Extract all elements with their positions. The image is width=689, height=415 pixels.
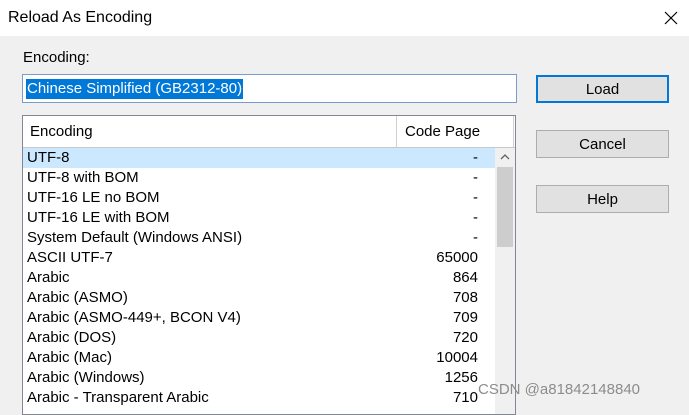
load-button[interactable]: Load: [536, 75, 669, 103]
list-item-encoding: System Default (Windows ANSI): [27, 229, 243, 246]
scroll-thumb[interactable]: [497, 167, 513, 247]
list-item[interactable]: UTF-8 -: [23, 148, 495, 168]
list-item[interactable]: Arabic 864: [23, 268, 495, 288]
list-item-encoding: UTF-16 LE no BOM: [27, 189, 160, 206]
list-item-encoding: UTF-8: [27, 149, 70, 166]
list-item-code-page: 710: [452, 389, 478, 406]
column-divider[interactable]: [513, 116, 514, 147]
list-item-code-page: 65000: [436, 249, 478, 266]
encoding-list[interactable]: Encoding Code Page UTF-8 - UTF-8 with BOM -…: [22, 115, 516, 415]
list-item-code-page: -: [473, 209, 478, 226]
list-item-encoding: UTF-8 with BOM: [27, 169, 139, 186]
close-icon: [664, 11, 678, 25]
list-item-code-page: -: [473, 149, 478, 166]
column-header-code-page[interactable]: Code Page: [405, 123, 480, 140]
list-item-encoding: Arabic (Windows): [27, 369, 145, 386]
list-item[interactable]: UTF-8 with BOM -: [23, 168, 495, 188]
cancel-button-label: Cancel: [579, 135, 626, 153]
encoding-input[interactable]: Chinese Simplified (GB2312-80): [22, 74, 517, 103]
column-divider[interactable]: [396, 116, 397, 147]
list-item-code-page: -: [473, 169, 478, 186]
list-item[interactable]: UTF-16 LE with BOM -: [23, 208, 495, 228]
list-item-encoding: Arabic (ASMO-449+, BCON V4): [27, 309, 241, 326]
list-item-encoding: Arabic: [27, 269, 70, 286]
list-item-code-page: 10004: [436, 349, 478, 366]
list-item-encoding: ASCII UTF-7: [27, 249, 113, 266]
list-item[interactable]: Arabic (ASMO) 708: [23, 288, 495, 308]
scroll-up-button[interactable]: [495, 148, 515, 165]
list-rows: UTF-8- UTF-8 with BOM - UTF-16 LE no BOM - UT…: [23, 148, 495, 408]
list-item-code-page: -: [473, 229, 478, 246]
list-header: Encoding Code Page: [23, 116, 515, 148]
list-item-encoding: Arabic (ASMO): [27, 289, 128, 306]
watermark: CSDN @a81842148840: [478, 381, 641, 398]
title-bar: Reload As Encoding: [0, 0, 689, 36]
cancel-button[interactable]: Cancel: [536, 130, 669, 158]
list-item-encoding: Arabic (DOS): [27, 329, 117, 346]
window-title: Reload As Encoding: [8, 9, 153, 26]
list-item-encoding: Arabic - Transparent Arabic: [27, 389, 209, 406]
list-item-code-page: 1256: [444, 369, 478, 386]
encoding-label: Encoding:: [23, 49, 90, 66]
list-item[interactable]: UTF-16 LE no BOM -: [23, 188, 495, 208]
list-item[interactable]: Arabic (DOS) 720: [23, 328, 495, 348]
list-item-code-page: 709: [452, 309, 478, 326]
list-item-encoding: UTF-16 LE with BOM: [27, 209, 170, 226]
vertical-scrollbar[interactable]: [495, 148, 515, 414]
chevron-up-icon: [500, 153, 510, 159]
list-item-code-page: -: [473, 189, 478, 206]
list-item[interactable]: System Default (Windows ANSI) -: [23, 228, 495, 248]
list-item-code-page: 864: [452, 269, 478, 286]
load-button-label: Load: [585, 80, 620, 98]
encoding-input-value: Chinese Simplified (GB2312-80): [26, 79, 244, 99]
close-button[interactable]: [653, 0, 689, 36]
help-button-label: Help: [587, 190, 618, 208]
list-item[interactable]: Arabic (Windows) 1256: [23, 368, 495, 388]
list-item[interactable]: Arabic (ASMO-449+, BCON V4) 709: [23, 308, 495, 328]
list-item-encoding: Arabic (Mac): [27, 349, 113, 366]
column-header-encoding[interactable]: Encoding: [30, 123, 93, 140]
list-item[interactable]: ASCII UTF-7 65000: [23, 248, 495, 268]
list-item-code-page: 720: [452, 329, 478, 346]
list-item-code-page: 708: [452, 289, 478, 306]
list-item[interactable]: Arabic - Transparent Arabic 710: [23, 388, 495, 408]
help-button[interactable]: Help: [536, 185, 669, 213]
list-item[interactable]: Arabic (Mac) 10004: [23, 348, 495, 368]
